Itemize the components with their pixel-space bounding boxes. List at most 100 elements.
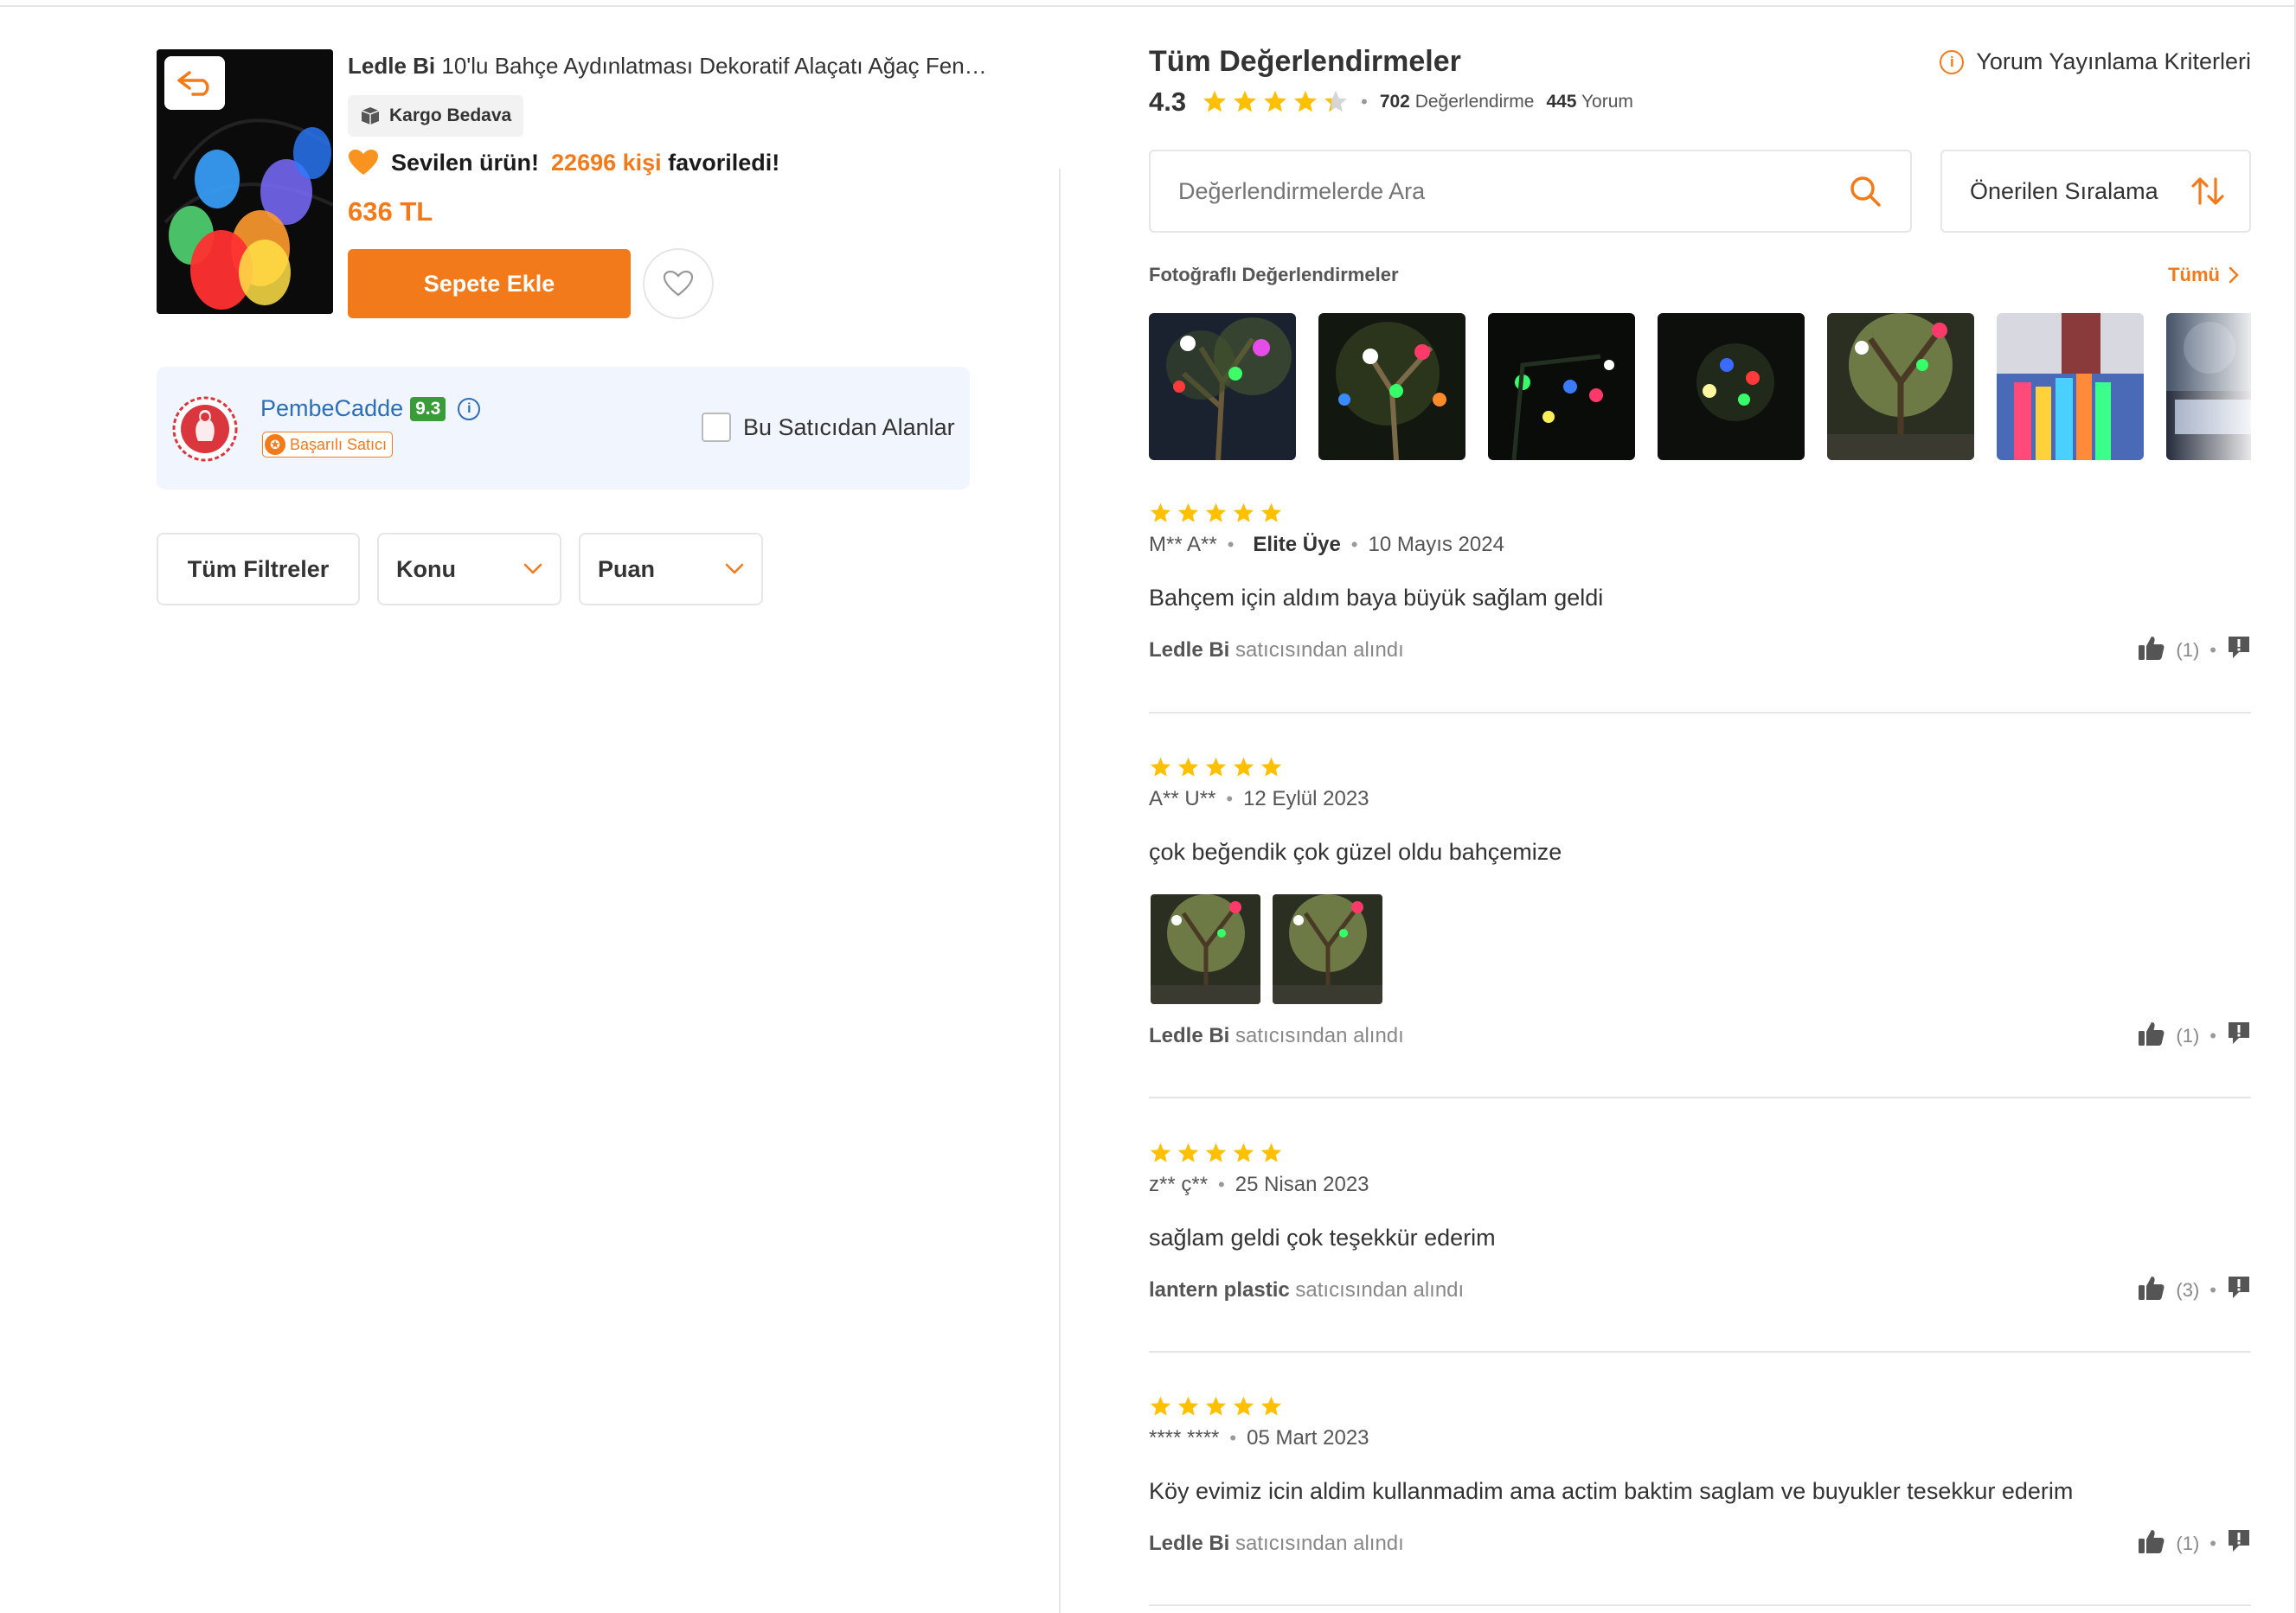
sort-icon bbox=[2191, 177, 2224, 205]
review-seller: Ledle Bi satıcısından alındı bbox=[1149, 1024, 1404, 1048]
review-divider bbox=[1149, 1097, 2251, 1098]
product-title[interactable]: Ledle Bi 10'lu Bahçe Aydınlatması Dekora… bbox=[348, 53, 988, 80]
seller-logo[interactable] bbox=[172, 396, 238, 462]
photo-reviews-strip bbox=[1149, 313, 2251, 460]
star-icon bbox=[1234, 90, 1256, 112]
average-rating: 4.3 bbox=[1149, 86, 1187, 117]
review-photo[interactable] bbox=[1318, 313, 1465, 460]
report-icon[interactable] bbox=[2227, 1528, 2251, 1559]
rating-dropdown[interactable]: Puan bbox=[579, 533, 763, 605]
star-icon bbox=[1233, 1396, 1254, 1416]
review-photo[interactable] bbox=[1658, 313, 1805, 460]
star-icon bbox=[1264, 90, 1286, 112]
rating-summary: 4.3 • 702 Değerlendirme 445 Yorum bbox=[1149, 86, 1633, 118]
review-seller-name[interactable]: Ledle Bi bbox=[1149, 1024, 1229, 1047]
rating-count-label: Değerlendirme bbox=[1414, 92, 1535, 112]
add-to-cart-button[interactable]: Sepete Ekle bbox=[348, 249, 631, 318]
thumbs-up-icon[interactable] bbox=[2138, 635, 2165, 666]
separator-dot: • bbox=[2209, 1025, 2216, 1047]
seller-filter-label: Bu Satıcıdan Alanlar bbox=[743, 413, 955, 440]
thumbs-up-icon[interactable] bbox=[2138, 1528, 2165, 1559]
star-icon bbox=[1205, 757, 1227, 777]
seller-filter-checkbox[interactable]: Bu Satıcıdan Alanlar bbox=[702, 413, 955, 442]
separator-dot: • bbox=[1218, 1174, 1225, 1195]
topic-dropdown[interactable]: Konu bbox=[377, 533, 561, 605]
star-icon bbox=[1324, 90, 1347, 112]
product-image[interactable] bbox=[157, 49, 333, 314]
review-actions: (1) • bbox=[2138, 635, 2251, 666]
chevron-down-icon bbox=[725, 563, 744, 574]
star-icon bbox=[1260, 502, 1282, 522]
favorite-info: Sevilen ürün! 22696 kişi favoriledi! bbox=[348, 149, 779, 176]
report-icon[interactable] bbox=[2227, 635, 2251, 666]
seller-box: PembeCadde 9.3 i ✪ Başarılı Satıcı Bu Sa… bbox=[157, 367, 970, 490]
reviews-title: Tüm Değerlendirmeler bbox=[1149, 45, 1461, 78]
review-seller-name[interactable]: Ledle Bi bbox=[1149, 1532, 1229, 1555]
review-photo[interactable] bbox=[1151, 894, 1260, 1004]
review-text: Bahçem için aldım baya büyük sağlam geld… bbox=[1149, 585, 1604, 611]
separator-dot: • bbox=[1227, 534, 1235, 555]
review-photo[interactable] bbox=[1488, 313, 1635, 460]
star-icon bbox=[1260, 1396, 1282, 1416]
column-divider bbox=[1059, 169, 1061, 1613]
review-seller-suffix: satıcısından alındı bbox=[1235, 638, 1404, 662]
star-icon bbox=[1260, 757, 1282, 777]
info-icon[interactable]: i bbox=[458, 397, 481, 420]
review-search-input[interactable] bbox=[1178, 177, 1784, 205]
review-photo[interactable] bbox=[1827, 313, 1974, 460]
star-icon bbox=[1150, 1143, 1171, 1162]
review-photo[interactable] bbox=[1273, 894, 1382, 1004]
review-divider bbox=[1149, 1351, 2251, 1353]
report-icon[interactable] bbox=[2227, 1275, 2251, 1306]
chevron-right-icon bbox=[2229, 266, 2239, 284]
thumbs-up-icon[interactable] bbox=[2138, 1275, 2165, 1306]
thumbs-up-icon[interactable] bbox=[2138, 1021, 2165, 1052]
photo-reviews-all-label: Tümü bbox=[2168, 264, 2220, 285]
like-count: (1) bbox=[2176, 1533, 2200, 1554]
review-photo[interactable] bbox=[1997, 313, 2144, 460]
star-icon bbox=[1150, 757, 1171, 777]
separator-dot: • bbox=[2209, 639, 2216, 661]
review-user: z** ç** bbox=[1149, 1173, 1209, 1196]
search-icon[interactable] bbox=[1848, 174, 1882, 208]
review-actions: (1) • bbox=[2138, 1528, 2251, 1559]
review-meta: M** A** • Elite Üye • 10 Mayıs 2024 bbox=[1149, 533, 1504, 557]
photo-reviews-title: Fotoğraflı Değerlendirmeler bbox=[1149, 264, 1399, 285]
photo-reviews-all-link[interactable]: Tümü bbox=[2168, 264, 2239, 286]
review-meta: z** ç** • 25 Nisan 2023 bbox=[1149, 1173, 1369, 1197]
like-count: (1) bbox=[2176, 639, 2200, 661]
review-photo[interactable] bbox=[1149, 313, 1296, 460]
seller-name[interactable]: PembeCadde bbox=[260, 395, 403, 422]
review-search-box[interactable] bbox=[1149, 150, 1912, 233]
star-icon bbox=[1203, 90, 1226, 112]
product-name: 10'lu Bahçe Aydınlatması Dekoratif Alaça… bbox=[441, 53, 988, 79]
star-icon bbox=[1150, 1396, 1171, 1416]
criteria-link[interactable]: i Yorum Yayınlama Kriterleri bbox=[1940, 48, 2251, 75]
star-icon bbox=[1177, 1143, 1199, 1162]
report-icon[interactable] bbox=[2227, 1021, 2251, 1052]
review-divider bbox=[1149, 712, 2251, 714]
review-date: 10 Mayıs 2024 bbox=[1368, 533, 1504, 556]
checkbox[interactable] bbox=[702, 413, 731, 442]
star-icon bbox=[1205, 1396, 1227, 1416]
review-seller-name[interactable]: Ledle Bi bbox=[1149, 638, 1229, 662]
star-icon bbox=[1233, 757, 1254, 777]
separator-dot: • bbox=[1361, 91, 1368, 112]
favorite-prefix: Sevilen ürün! bbox=[391, 149, 540, 176]
all-filters-button[interactable]: Tüm Filtreler bbox=[157, 533, 360, 605]
star-icon bbox=[1150, 502, 1171, 522]
review-seller-name[interactable]: lantern plastic bbox=[1149, 1278, 1290, 1302]
review-actions: (3) • bbox=[2138, 1275, 2251, 1306]
back-button[interactable] bbox=[164, 56, 225, 110]
star-icon bbox=[1177, 502, 1199, 522]
review-seller-suffix: satıcısından alındı bbox=[1235, 1532, 1404, 1555]
rating-label: Puan bbox=[598, 555, 656, 582]
separator-dot: • bbox=[1229, 1427, 1237, 1449]
star-icon bbox=[1177, 757, 1199, 777]
star-icon bbox=[1294, 90, 1317, 112]
review-date: 25 Nisan 2023 bbox=[1235, 1173, 1369, 1196]
successful-seller-badge: ✪ Başarılı Satıcı bbox=[262, 432, 394, 458]
seller-name-row: PembeCadde 9.3 i bbox=[260, 395, 481, 422]
sort-dropdown[interactable]: Önerilen Sıralama bbox=[1940, 150, 2251, 233]
favorite-button[interactable] bbox=[643, 248, 714, 319]
